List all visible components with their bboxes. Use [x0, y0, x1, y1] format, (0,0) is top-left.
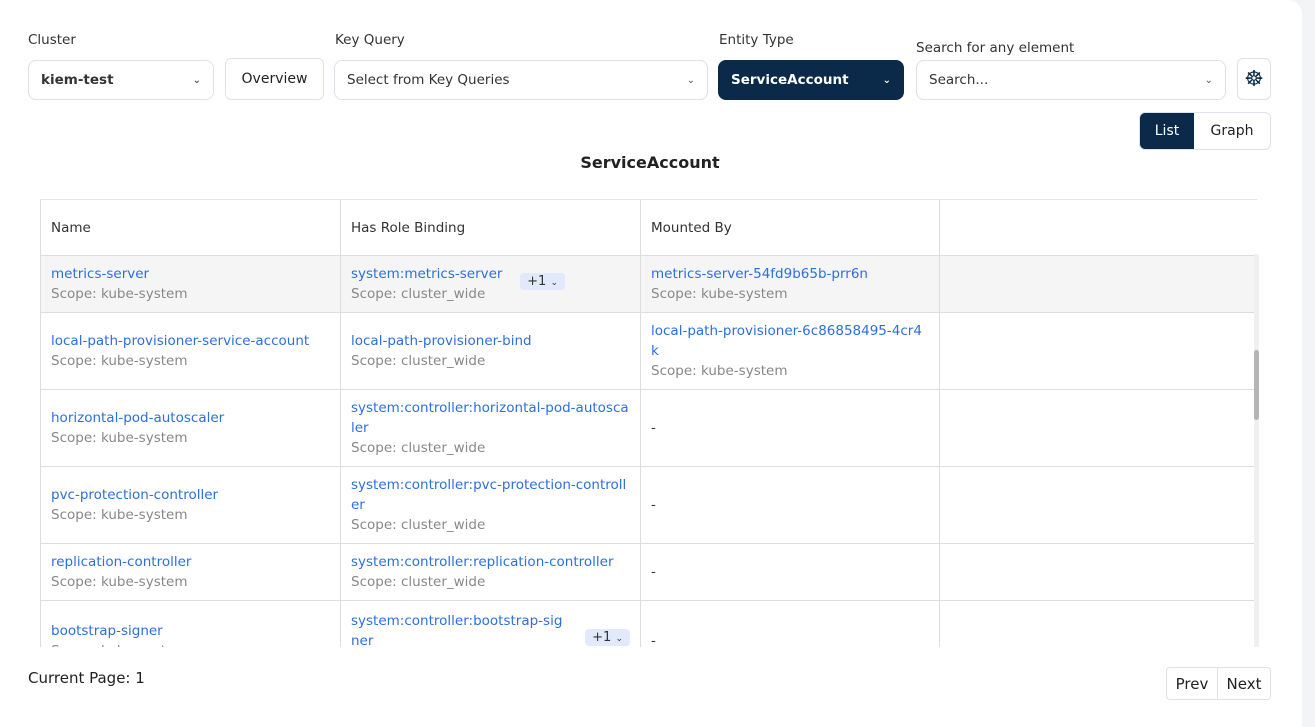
mounted-by-empty: -: [651, 497, 656, 513]
role-binding-cell: system:controller:pvc-protection-control…: [340, 467, 640, 543]
current-page: Current Page: 1: [28, 669, 145, 687]
chevron-down-icon: ⌄: [615, 634, 623, 644]
name-cell: replication-controller Scope: kube-system: [40, 544, 340, 600]
entity-type-label: Entity Type: [719, 32, 794, 48]
role-binding-cell: local-path-provisioner-bind Scope: cluste…: [340, 313, 640, 389]
name-cell: horizontal-pod-autoscaler Scope: kube-sys…: [40, 390, 340, 466]
role-binding-link[interactable]: system:controller:pvc-protection-control…: [351, 475, 630, 515]
mounted-by-empty: -: [651, 632, 656, 648]
main-card: Cluster kiem-test ⌄ Overview Key Query Se…: [0, 0, 1302, 727]
mounted-by-cell: -: [640, 544, 940, 600]
mounted-by-link[interactable]: metrics-server-54fd9b65b-prr6n: [651, 264, 929, 284]
role-binding-link[interactable]: system:controller:replication-controller: [351, 552, 630, 572]
role-binding-scope: Scope: cluster_wide: [351, 574, 486, 590]
mounted-by-cell: -: [640, 390, 940, 466]
table-title: ServiceAccount: [580, 153, 720, 172]
role-binding-scope: Scope: cluster_wide: [351, 286, 486, 302]
name-cell: local-path-provisioner-service-account Sc…: [40, 313, 340, 389]
column-header-name: Name: [40, 200, 340, 255]
service-account-link[interactable]: replication-controller: [51, 552, 330, 572]
role-binding-cell: system:controller:horizontal-pod-autosca…: [340, 390, 640, 466]
service-account-link[interactable]: metrics-server: [51, 264, 330, 284]
service-account-link[interactable]: local-path-provisioner-service-account: [51, 331, 330, 351]
table-row: replication-controller Scope: kube-system…: [40, 544, 1254, 601]
name-cell: bootstrap-signerScope: kube-system: [40, 601, 340, 647]
mounted-by-empty: -: [651, 564, 656, 580]
cluster-select[interactable]: kiem-test ⌄: [28, 60, 214, 100]
table-row: horizontal-pod-autoscaler Scope: kube-sys…: [40, 390, 1254, 467]
table-row: pvc-protection-controller Scope: kube-sys…: [40, 467, 1254, 544]
cluster-value: kiem-test: [41, 72, 114, 88]
table-row: metrics-server Scope: kube-system system:m…: [40, 256, 1254, 313]
role-binding-scope: Scope: cluster_wide: [351, 353, 486, 369]
name-scope: Scope: kube-system: [51, 353, 188, 369]
role-binding-scope: Scope: cluster_wide: [351, 517, 486, 533]
scrollbar-thumb[interactable]: [1254, 350, 1259, 420]
service-account-link[interactable]: horizontal-pod-autoscaler: [51, 408, 330, 428]
chevron-down-icon: ⌄: [550, 278, 558, 288]
mounted-by-cell: -: [640, 601, 940, 647]
table-header: Name Has Role Binding Mounted By: [40, 200, 1254, 256]
prev-button[interactable]: Prev: [1166, 667, 1218, 700]
role-binding-link[interactable]: system:controller:horizontal-pod-autosca…: [351, 398, 630, 438]
kubernetes-helm-icon[interactable]: ☸: [1237, 58, 1271, 100]
chevron-down-icon: ⌄: [686, 74, 695, 86]
role-binding-cell: system:metrics-server Scope: cluster_wide…: [340, 256, 640, 312]
service-account-link[interactable]: bootstrap-signer: [51, 621, 330, 641]
mounted-by-cell: metrics-server-54fd9b65b-prr6n Scope: kub…: [640, 256, 940, 312]
role-binding-scope: Scope: cluster_wide: [351, 440, 486, 456]
table-scrollbar[interactable]: [1254, 254, 1259, 647]
role-binding-cell: system:controller:bootstrap-signerScope:…: [340, 601, 640, 647]
next-button[interactable]: Next: [1217, 667, 1271, 700]
mounted-by-link[interactable]: local-path-provisioner-6c86858495-4cr4k: [651, 321, 929, 361]
service-account-table: Name Has Role Binding Mounted By metrics…: [40, 199, 1257, 647]
search-label: Search for any element: [916, 40, 1075, 56]
more-bindings-badge[interactable]: +1 ⌄: [520, 273, 565, 290]
list-view-button[interactable]: List: [1140, 113, 1194, 149]
key-query-value: Select from Key Queries: [347, 72, 510, 88]
role-binding-link[interactable]: local-path-provisioner-bind: [351, 331, 630, 351]
service-account-link[interactable]: pvc-protection-controller: [51, 485, 330, 505]
mounted-by-scope: Scope: kube-system: [651, 286, 788, 302]
name-cell: metrics-server Scope: kube-system: [40, 256, 340, 312]
column-header-mounted-by: Mounted By: [640, 200, 940, 255]
name-scope: Scope: kube-system: [51, 507, 188, 523]
view-toggle: List Graph: [1139, 112, 1271, 150]
role-binding-link[interactable]: system:metrics-server: [351, 264, 630, 284]
mounted-by-empty: -: [651, 420, 656, 436]
name-scope: Scope: kube-system: [51, 641, 330, 648]
chevron-down-icon: ⌄: [1204, 74, 1213, 86]
name-scope: Scope: kube-system: [51, 430, 188, 446]
mounted-by-cell: local-path-provisioner-6c86858495-4cr4k S…: [640, 313, 940, 389]
entity-type-select[interactable]: ServiceAccount ⌄: [718, 60, 904, 100]
key-query-select[interactable]: Select from Key Queries ⌄: [334, 60, 708, 100]
table-row: bootstrap-signerScope: kube-systemsystem…: [40, 601, 1254, 647]
column-header-role-binding: Has Role Binding: [340, 200, 640, 255]
chevron-down-icon: ⌄: [882, 74, 891, 86]
role-binding-cell: system:controller:replication-controller…: [340, 544, 640, 600]
chevron-down-icon: ⌄: [192, 74, 201, 86]
name-cell: pvc-protection-controller Scope: kube-sys…: [40, 467, 340, 543]
graph-view-button[interactable]: Graph: [1194, 113, 1270, 149]
mounted-by-scope: Scope: kube-system: [651, 363, 788, 379]
more-bindings-count: +1: [527, 274, 547, 289]
search-placeholder: Search...: [929, 72, 989, 88]
overview-button[interactable]: Overview: [225, 58, 324, 100]
name-scope: Scope: kube-system: [51, 574, 188, 590]
table-row: local-path-provisioner-service-account Sc…: [40, 313, 1254, 390]
entity-type-value: ServiceAccount: [731, 72, 849, 88]
more-bindings-badge[interactable]: +1 ⌄: [585, 629, 630, 646]
name-scope: Scope: kube-system: [51, 286, 188, 302]
more-bindings-count: +1: [592, 630, 612, 645]
cluster-label: Cluster: [28, 32, 76, 48]
mounted-by-cell: -: [640, 467, 940, 543]
search-input[interactable]: Search... ⌄: [916, 60, 1226, 100]
key-query-label: Key Query: [335, 32, 405, 48]
